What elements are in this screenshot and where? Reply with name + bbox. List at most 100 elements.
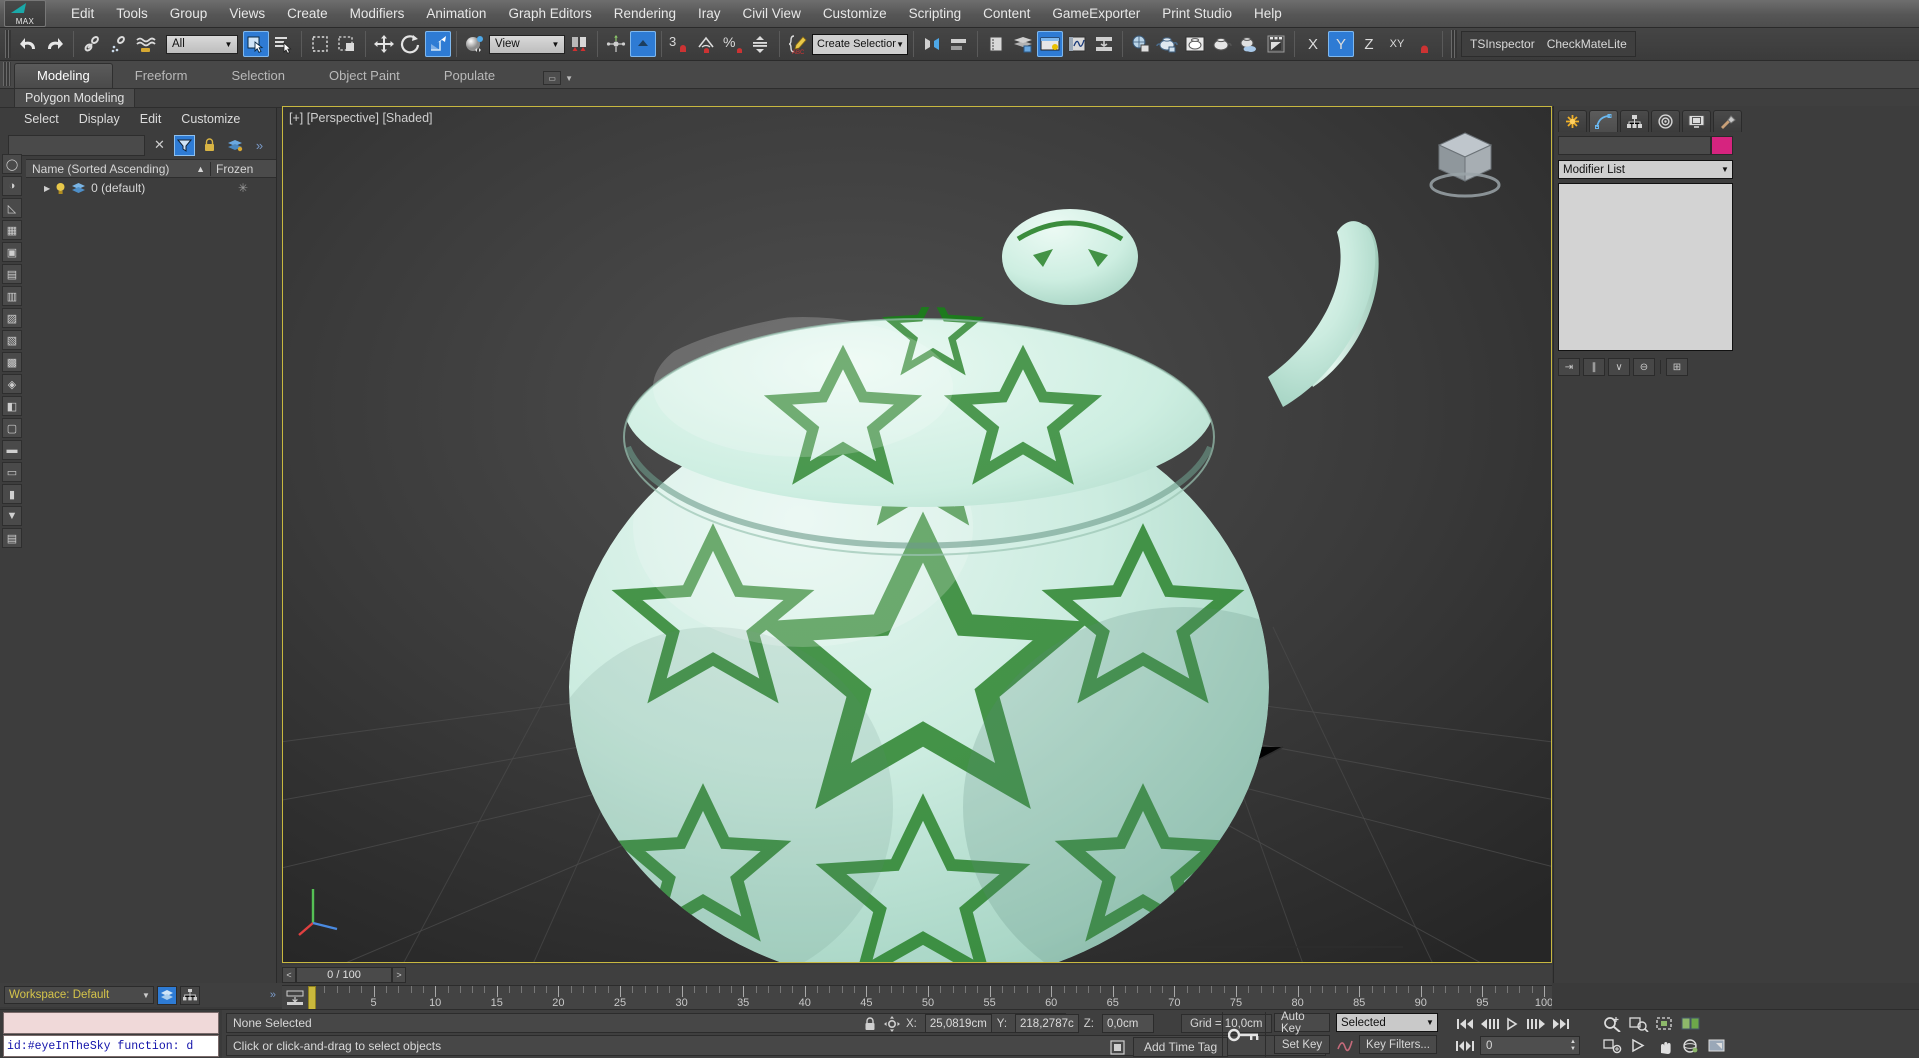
layer-manager-icon[interactable] [983, 31, 1009, 57]
next-frame-icon[interactable] [1526, 1013, 1548, 1034]
render-in-cloud-icon[interactable] [1236, 31, 1262, 57]
zoom-all-icon[interactable] [1628, 1013, 1650, 1034]
groups-filter-icon[interactable]: ▨ [2, 308, 22, 328]
track-bar-ruler[interactable]: 0510152025303540455055606570758085909510… [282, 985, 1552, 1011]
menu-item-create[interactable]: Create [276, 4, 339, 23]
object-name-input[interactable] [1558, 136, 1711, 155]
plugin-toolbar-grip[interactable] [1451, 30, 1457, 58]
menu-item-scripting[interactable]: Scripting [898, 4, 973, 23]
menu-item-customize[interactable]: Customize [812, 4, 898, 23]
axis-constraint-xy[interactable]: XY [1384, 31, 1410, 57]
lightbulb-icon[interactable] [55, 182, 66, 195]
bind-space-warp-icon[interactable] [133, 31, 159, 57]
material-editor-icon[interactable] [1091, 31, 1117, 57]
scene-explorer-search-input[interactable] [8, 134, 145, 156]
z-coordinate-field[interactable]: 0,0cm [1101, 1014, 1154, 1033]
create-tab[interactable] [1558, 110, 1587, 132]
menu-item-gameexporter[interactable]: GameExporter [1041, 4, 1151, 23]
layer-explorer-icon[interactable] [224, 135, 245, 156]
menu-item-graph-editors[interactable]: Graph Editors [497, 4, 602, 23]
maximize-viewport-icon[interactable] [1706, 1035, 1728, 1056]
viewport-label[interactable]: [+] [Perspective] [Shaded] [289, 111, 433, 125]
schematic-view-icon[interactable] [1064, 31, 1090, 57]
zoom-icon[interactable] [1602, 1013, 1624, 1034]
menu-item-content[interactable]: Content [972, 4, 1041, 23]
selection-filter-combo[interactable]: All ▼ [166, 34, 238, 54]
select-object-icon[interactable] [243, 31, 269, 57]
ribbon-overflow[interactable]: ▭ ▼ [543, 71, 573, 85]
zoom-region-icon[interactable] [1680, 1013, 1702, 1034]
render-iterative-icon[interactable] [1209, 31, 1235, 57]
workspace-combo[interactable]: Workspace: Default ▼ [4, 986, 154, 1004]
scene-explorer-menu-display[interactable]: Display [69, 111, 130, 127]
maxscript-input[interactable] [3, 1012, 219, 1034]
freeze-filter-icon[interactable]: ▭ [2, 462, 22, 482]
menu-item-views[interactable]: Views [218, 4, 276, 23]
y-coordinate-field[interactable]: 218,2787c [1015, 1014, 1079, 1033]
set-key-button[interactable]: Set Key [1274, 1035, 1330, 1054]
shapes-filter-icon[interactable]: ◺ [2, 198, 22, 218]
filter-icon[interactable] [174, 134, 195, 156]
toolbar-grip[interactable] [5, 30, 11, 58]
align-icon[interactable] [946, 31, 972, 57]
app-logo[interactable]: MAX [4, 0, 46, 27]
current-frame-spinner[interactable]: 0 ▲ ▼ [1480, 1036, 1580, 1055]
auto-key-button[interactable]: Auto Key [1274, 1011, 1330, 1035]
space-warps-filter-icon[interactable]: ▥ [2, 286, 22, 306]
previous-frame-icon[interactable] [1478, 1013, 1500, 1034]
absolute-relative-toggle-icon[interactable] [883, 1015, 901, 1032]
ribbon-subtab-polygon-modeling[interactable]: Polygon Modeling [14, 88, 136, 108]
all-objects-filter-icon[interactable]: ◯ [2, 154, 22, 174]
scene-explorer-toggle-icon[interactable] [180, 985, 200, 1005]
zoom-extents-icon[interactable] [1654, 1013, 1676, 1034]
menu-item-rendering[interactable]: Rendering [603, 4, 687, 23]
display-tab[interactable] [1682, 110, 1711, 132]
select-scale-icon[interactable] [425, 31, 451, 57]
axis-constraint-y[interactable]: Y [1328, 31, 1354, 57]
unlink-icon[interactable] [106, 31, 132, 57]
materials-filter-icon[interactable]: ▢ [2, 418, 22, 438]
use-center-icon[interactable] [603, 31, 629, 57]
ref-coord-icon[interactable] [462, 31, 488, 57]
menu-item-modifiers[interactable]: Modifiers [339, 4, 416, 23]
expand-arrow-icon[interactable]: ▶ [44, 184, 50, 193]
axis-constraint-snap-icon[interactable] [1411, 31, 1437, 57]
snap3-icon[interactable]: 3 [667, 31, 693, 57]
modifier-stack[interactable] [1558, 183, 1733, 351]
utilities-tab[interactable] [1713, 110, 1742, 132]
time-slider-handle[interactable] [308, 986, 316, 1011]
orbit-icon[interactable] [1680, 1035, 1702, 1056]
sort-filter-icon[interactable]: ▼ [2, 506, 22, 526]
spinner-snap-icon[interactable] [748, 31, 774, 57]
menu-item-iray[interactable]: Iray [687, 4, 732, 23]
menu-item-tools[interactable]: Tools [105, 4, 159, 23]
ribbon-tab-object-paint[interactable]: Object Paint [307, 64, 422, 88]
key-mode-toggle-icon[interactable] [1454, 1035, 1476, 1056]
make-unique-icon[interactable]: ∨ [1608, 358, 1630, 376]
render-production-icon[interactable] [1155, 31, 1181, 57]
remove-modifier-icon[interactable]: ⊖ [1633, 358, 1655, 376]
ribbon-icon[interactable] [1010, 31, 1036, 57]
go-to-start-icon[interactable] [1454, 1013, 1476, 1034]
rectangular-region-icon[interactable] [307, 31, 333, 57]
use-pivot-icon[interactable] [566, 31, 592, 57]
parameter-curve-icon[interactable] [1336, 1038, 1354, 1052]
scene-explorer-menu-select[interactable]: Select [14, 111, 69, 127]
rendered-frame-icon[interactable] [1182, 31, 1208, 57]
menu-item-edit[interactable]: Edit [60, 4, 105, 23]
plugin-tsinspector[interactable]: TSInspector [1470, 37, 1535, 51]
object-color-swatch[interactable] [1711, 136, 1733, 155]
play-preview-icon[interactable] [1628, 1035, 1650, 1056]
scene-explorer-menu-customize[interactable]: Customize [171, 111, 250, 127]
row-frozen-cell[interactable]: ✳ [210, 181, 276, 195]
column-header-name[interactable]: Name (Sorted Ascending) ▲ [26, 162, 210, 176]
spinner-arrows-icon[interactable]: ▲ ▼ [1570, 1039, 1579, 1052]
layers-filter-icon[interactable]: ▬ [2, 440, 22, 460]
hierarchy-tab[interactable] [1620, 110, 1649, 132]
time-prev-button[interactable]: < [282, 967, 296, 983]
maxscript-output[interactable]: id:#eyeInTheSky function: d [3, 1035, 219, 1057]
axis-constraint-x[interactable]: X [1300, 31, 1326, 57]
add-time-tag-button[interactable]: Add Time Tag [1133, 1037, 1229, 1057]
undo-icon[interactable] [15, 31, 41, 57]
row-name-cell[interactable]: ▶ 0 (default) [26, 181, 210, 195]
